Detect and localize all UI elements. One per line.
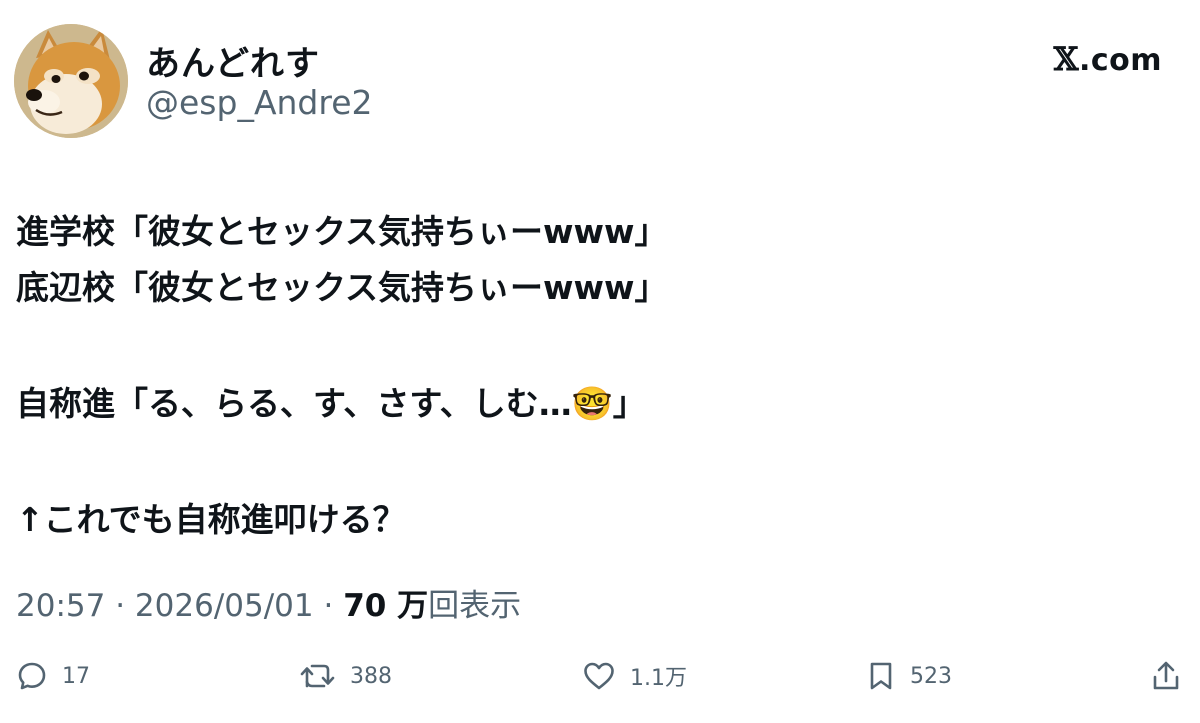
tweet-meta: 20:57 · 2026/05/01 · 70 万回表示 xyxy=(16,580,521,625)
tweet-line-4: ↑これでも自称進叩ける？ xyxy=(16,500,406,539)
display-name[interactable]: あんどれす xyxy=(146,36,320,85)
action-bar: 17 388 1.1万 523 xyxy=(0,650,1200,702)
x-com-brand: 𝕏.com xyxy=(1054,40,1162,78)
reply-button[interactable]: 17 xyxy=(16,650,90,702)
tweet-text: 進学校「彼女とセックス気持ちぃーwww」 底辺校「彼女とセックス気持ちぃーwww… xyxy=(16,204,1176,548)
shiba-inu-avatar-icon xyxy=(14,24,128,138)
x-logo-icon: 𝕏 xyxy=(1053,40,1079,78)
bookmark-icon xyxy=(870,662,892,690)
bookmark-button[interactable]: 523 xyxy=(866,650,952,702)
bookmark-count: 523 xyxy=(910,663,952,689)
tweet-line-2: 底辺校「彼女とセックス気持ちぃーwww」 xyxy=(16,268,668,307)
tweet-line-3: 自称進「る、らる、す、さす、しむ…🤓」 xyxy=(16,384,646,423)
retweet-icon xyxy=(300,664,335,688)
tweet-line-1: 進学校「彼女とセックス気持ちぃーwww」 xyxy=(16,212,668,251)
like-count: 1.1万 xyxy=(630,666,687,691)
brand-suffix: .com xyxy=(1078,43,1162,78)
heart-icon xyxy=(584,662,614,690)
views-label: 回表示 xyxy=(428,588,522,624)
retweet-button[interactable]: 388 xyxy=(300,650,392,702)
meta-separator: · xyxy=(115,588,126,624)
like-button[interactable]: 1.1万 xyxy=(582,650,687,702)
views-count: 70 万 xyxy=(343,588,429,624)
avatar[interactable] xyxy=(14,24,128,138)
share-button[interactable] xyxy=(1150,650,1182,702)
retweet-count: 388 xyxy=(350,663,392,689)
tweet-time[interactable]: 20:57 xyxy=(16,588,105,624)
meta-separator: · xyxy=(323,588,334,624)
tweet-date[interactable]: 2026/05/01 xyxy=(135,588,314,624)
share-icon xyxy=(1153,661,1179,690)
reply-bubble-icon xyxy=(18,662,46,690)
reply-count: 17 xyxy=(62,663,90,689)
user-handle[interactable]: @esp_Andre2 xyxy=(146,83,373,122)
